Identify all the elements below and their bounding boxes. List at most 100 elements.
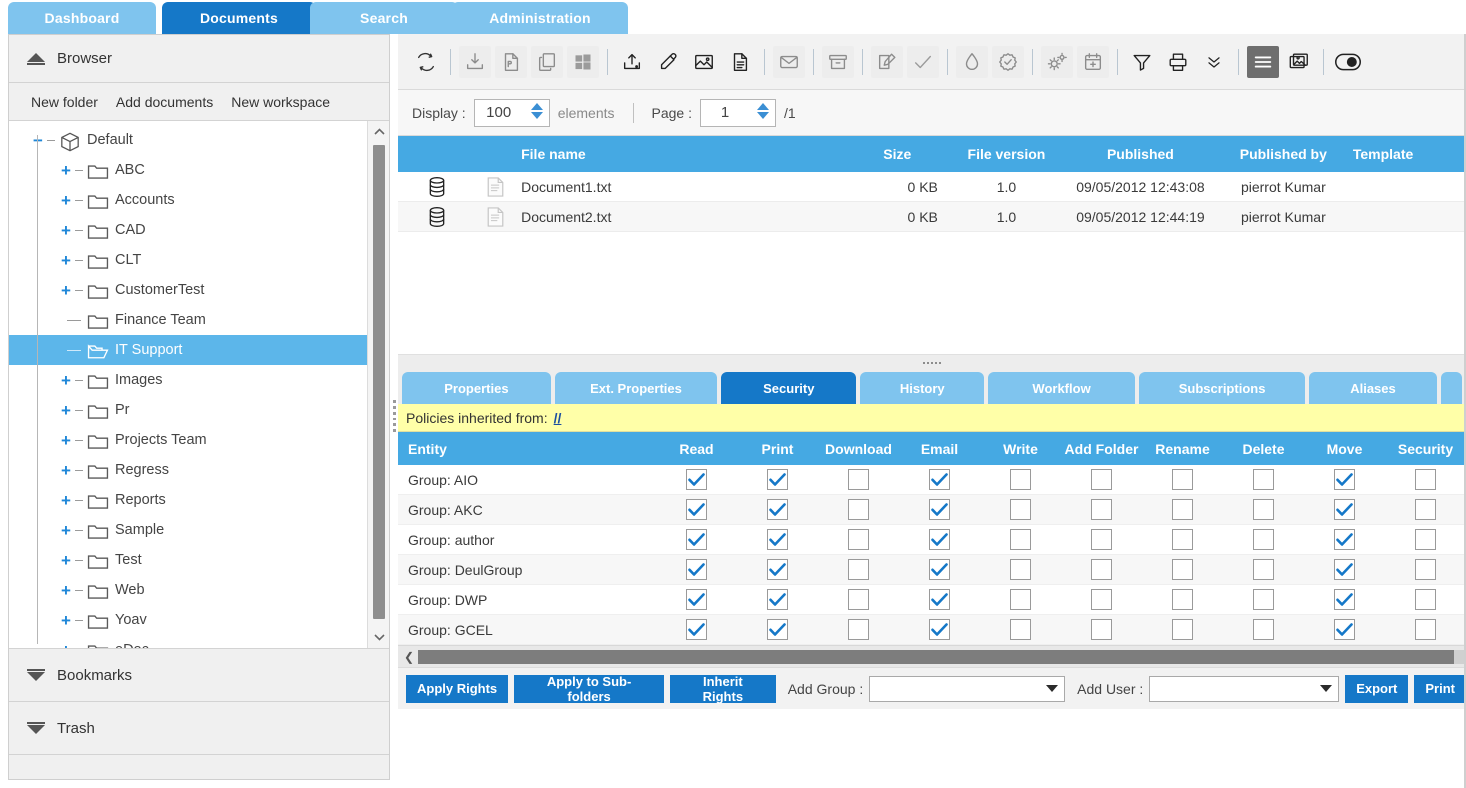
permission-checkbox-email[interactable] — [929, 469, 950, 490]
permission-checkbox-move[interactable] — [1334, 499, 1355, 520]
security-col-move[interactable]: Move — [1304, 441, 1385, 457]
permission-checkbox-email[interactable] — [929, 619, 950, 640]
new-workspace-button[interactable]: New workspace — [231, 94, 330, 110]
apply-rights-button[interactable]: Apply Rights — [406, 674, 509, 703]
permission-checkbox-download[interactable] — [848, 529, 869, 550]
permission-checkbox-add-folder[interactable] — [1091, 619, 1112, 640]
tree-collapse-icon[interactable]: − — [31, 132, 45, 149]
toolbar-upload-icon[interactable] — [616, 46, 648, 78]
permission-checkbox-write[interactable] — [1010, 589, 1031, 610]
permission-checkbox-download[interactable] — [848, 469, 869, 490]
new-folder-button[interactable]: New folder — [31, 94, 98, 110]
permission-checkbox-delete[interactable] — [1253, 619, 1274, 640]
permission-checkbox-add-folder[interactable] — [1091, 469, 1112, 490]
permission-checkbox-write[interactable] — [1010, 469, 1031, 490]
display-spinner[interactable] — [530, 102, 543, 119]
security-col-security[interactable]: Security — [1385, 441, 1466, 457]
permission-checkbox-read[interactable] — [686, 499, 707, 520]
tree-item-customertest[interactable]: + CustomerTest — [9, 275, 367, 305]
trash-panel-header[interactable]: Trash — [9, 702, 389, 755]
col-file-name[interactable]: File name — [515, 146, 843, 162]
permission-checkbox-read[interactable] — [686, 469, 707, 490]
tree-item-default[interactable]: − Default — [9, 125, 367, 155]
apply-to-subfolders-button[interactable]: Apply to Sub-folders — [514, 674, 664, 704]
permission-checkbox-security[interactable] — [1415, 559, 1436, 580]
tree-expand-icon[interactable]: + — [59, 522, 73, 539]
hscroll-track[interactable] — [418, 649, 1464, 664]
tree-item-cad[interactable]: + CAD — [9, 215, 367, 245]
permission-checkbox-move[interactable] — [1334, 559, 1355, 580]
col-size[interactable]: Size — [843, 146, 952, 162]
tree-expand-icon[interactable]: + — [59, 612, 73, 629]
add-documents-button[interactable]: Add documents — [116, 94, 213, 110]
add-user-select[interactable] — [1149, 675, 1340, 702]
detail-tab-ext-properties[interactable]: Ext. Properties — [554, 372, 718, 404]
toolbar-toggle-icon[interactable] — [1332, 46, 1364, 78]
security-col-print[interactable]: Print — [737, 441, 818, 457]
permission-checkbox-move[interactable] — [1334, 589, 1355, 610]
page-number-input[interactable] — [700, 103, 749, 122]
col-published-by[interactable]: Published by — [1220, 146, 1347, 162]
toolbar-refresh-icon[interactable] — [410, 46, 442, 78]
security-col-read[interactable]: Read — [656, 441, 737, 457]
permission-checkbox-print[interactable] — [767, 529, 788, 550]
toolbar-chevrons-down-icon[interactable] — [1198, 46, 1230, 78]
permission-checkbox-print[interactable] — [767, 499, 788, 520]
detail-tab-aliases[interactable]: Aliases — [1309, 372, 1437, 404]
tree-expand-icon[interactable]: + — [59, 582, 73, 599]
col-published[interactable]: Published — [1061, 146, 1220, 162]
tree-item-finance-team[interactable]: Finance Team — [9, 305, 367, 335]
permission-checkbox-email[interactable] — [929, 589, 950, 610]
document-file-name[interactable]: Document2.txt — [515, 209, 843, 225]
toolbar-print-icon[interactable] — [1162, 46, 1194, 78]
toolbar-eyedropper-icon[interactable] — [652, 46, 684, 78]
permission-checkbox-add-folder[interactable] — [1091, 589, 1112, 610]
scroll-thumb[interactable] — [373, 145, 385, 619]
tree-item-clt[interactable]: + CLT — [9, 245, 367, 275]
permission-checkbox-security[interactable] — [1415, 469, 1436, 490]
security-col-delete[interactable]: Delete — [1223, 441, 1304, 457]
permission-checkbox-move[interactable] — [1334, 469, 1355, 490]
tree-expand-icon[interactable]: + — [59, 462, 73, 479]
tree-item-sample[interactable]: + Sample — [9, 515, 367, 545]
permission-checkbox-print[interactable] — [767, 619, 788, 640]
inherit-rights-button[interactable]: Inherit Rights — [669, 674, 776, 704]
permission-checkbox-email[interactable] — [929, 559, 950, 580]
security-col-write[interactable]: Write — [980, 441, 1061, 457]
permission-checkbox-download[interactable] — [848, 619, 869, 640]
display-count-input[interactable] — [474, 103, 523, 122]
toolbar-filter-icon[interactable] — [1126, 46, 1158, 78]
permission-checkbox-rename[interactable] — [1172, 529, 1193, 550]
detail-tab-properties[interactable]: Properties — [402, 372, 551, 404]
permission-checkbox-rename[interactable] — [1172, 589, 1193, 610]
tree-expand-icon[interactable]: + — [59, 372, 73, 389]
tree-expand-icon[interactable]: + — [59, 192, 73, 209]
toolbar-image-icon[interactable] — [688, 46, 720, 78]
tree-item-edoc[interactable]: + eDoc — [9, 635, 367, 648]
security-col-email[interactable]: Email — [899, 441, 980, 457]
permission-checkbox-security[interactable] — [1415, 589, 1436, 610]
toolbar-list-view-icon[interactable] — [1247, 45, 1279, 78]
toolbar-document-icon[interactable] — [724, 46, 756, 78]
hscroll-thumb[interactable] — [418, 649, 1454, 664]
tree-expand-icon[interactable]: + — [59, 492, 73, 509]
permission-checkbox-delete[interactable] — [1253, 469, 1274, 490]
display-count-stepper[interactable] — [473, 98, 550, 127]
tree-item-yoav[interactable]: + Yoav — [9, 605, 367, 635]
tree-item-web[interactable]: + Web — [9, 575, 367, 605]
add-group-select[interactable] — [869, 675, 1066, 702]
document-row[interactable]: Document1.txt 0 KB 1.0 09/05/2012 12:43:08 p… — [398, 172, 1466, 202]
col-template[interactable]: Template — [1347, 146, 1466, 162]
permission-checkbox-add-folder[interactable] — [1091, 529, 1112, 550]
security-horizontal-scrollbar[interactable]: ❮ — [398, 645, 1466, 667]
security-col-download[interactable]: Download — [818, 441, 899, 457]
security-col-entity[interactable]: Entity — [398, 441, 656, 457]
permission-checkbox-security[interactable] — [1415, 529, 1436, 550]
permission-checkbox-write[interactable] — [1010, 619, 1031, 640]
permission-checkbox-rename[interactable] — [1172, 619, 1193, 640]
main-tab-dashboard[interactable]: Dashboard — [8, 2, 156, 34]
tree-item-regress[interactable]: + Regress — [9, 455, 367, 485]
permission-checkbox-read[interactable] — [686, 589, 707, 610]
tree-item-it-support[interactable]: IT Support — [9, 335, 367, 365]
policies-inherited-path-link[interactable]: // — [554, 410, 562, 426]
